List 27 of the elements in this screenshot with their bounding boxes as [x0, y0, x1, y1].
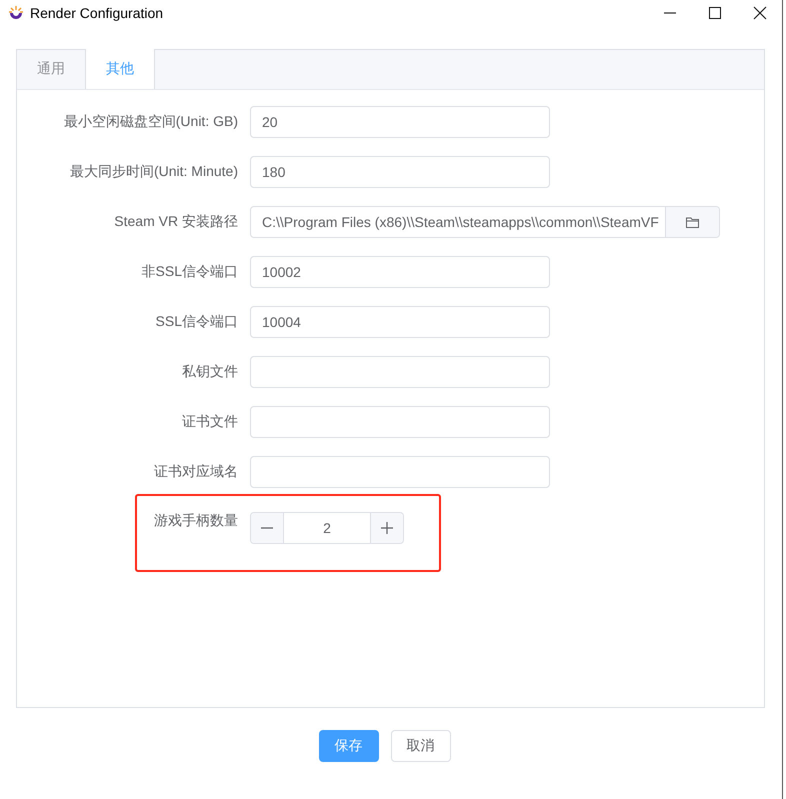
browse-button[interactable] [665, 207, 719, 237]
field-label: 最小空闲磁盘空间(Unit: GB) [62, 113, 239, 131]
window-title: Render Configuration [30, 5, 164, 21]
number-stepper[interactable]: 2 [250, 512, 404, 544]
input-field[interactable] [250, 456, 550, 488]
input-field[interactable]: 10002 [250, 256, 550, 288]
field-label: 私钥文件 [181, 363, 239, 381]
input-field[interactable] [250, 406, 550, 438]
field-label: SSL信令端口 [154, 313, 239, 331]
input-field[interactable] [250, 356, 550, 388]
maximize-icon[interactable] [708, 6, 722, 20]
field-label: 证书文件 [181, 413, 239, 431]
field-label: 最大同步时间(Unit: Minute) [68, 163, 239, 181]
input-field[interactable]: 10004 [250, 306, 550, 338]
path-field[interactable]: C:\\Program Files (x86)\\Steam\\steamapps\\common\\SteamVF [250, 206, 720, 238]
folder-icon [686, 216, 699, 228]
field-label: 证书对应域名 [153, 463, 239, 481]
close-icon[interactable] [753, 6, 767, 20]
increment-button[interactable] [370, 513, 403, 543]
cancel-button[interactable]: 取消 [390, 730, 450, 762]
plus-icon [380, 521, 394, 535]
input-field[interactable]: 20 [250, 106, 550, 138]
app-logo-icon [8, 5, 24, 21]
input-field[interactable]: 180 [250, 156, 550, 188]
field-label: Steam VR 安装路径 [113, 213, 239, 231]
field-label: 游戏手柄数量 [153, 512, 239, 530]
field-label: 非SSL信令端口 [140, 263, 239, 281]
